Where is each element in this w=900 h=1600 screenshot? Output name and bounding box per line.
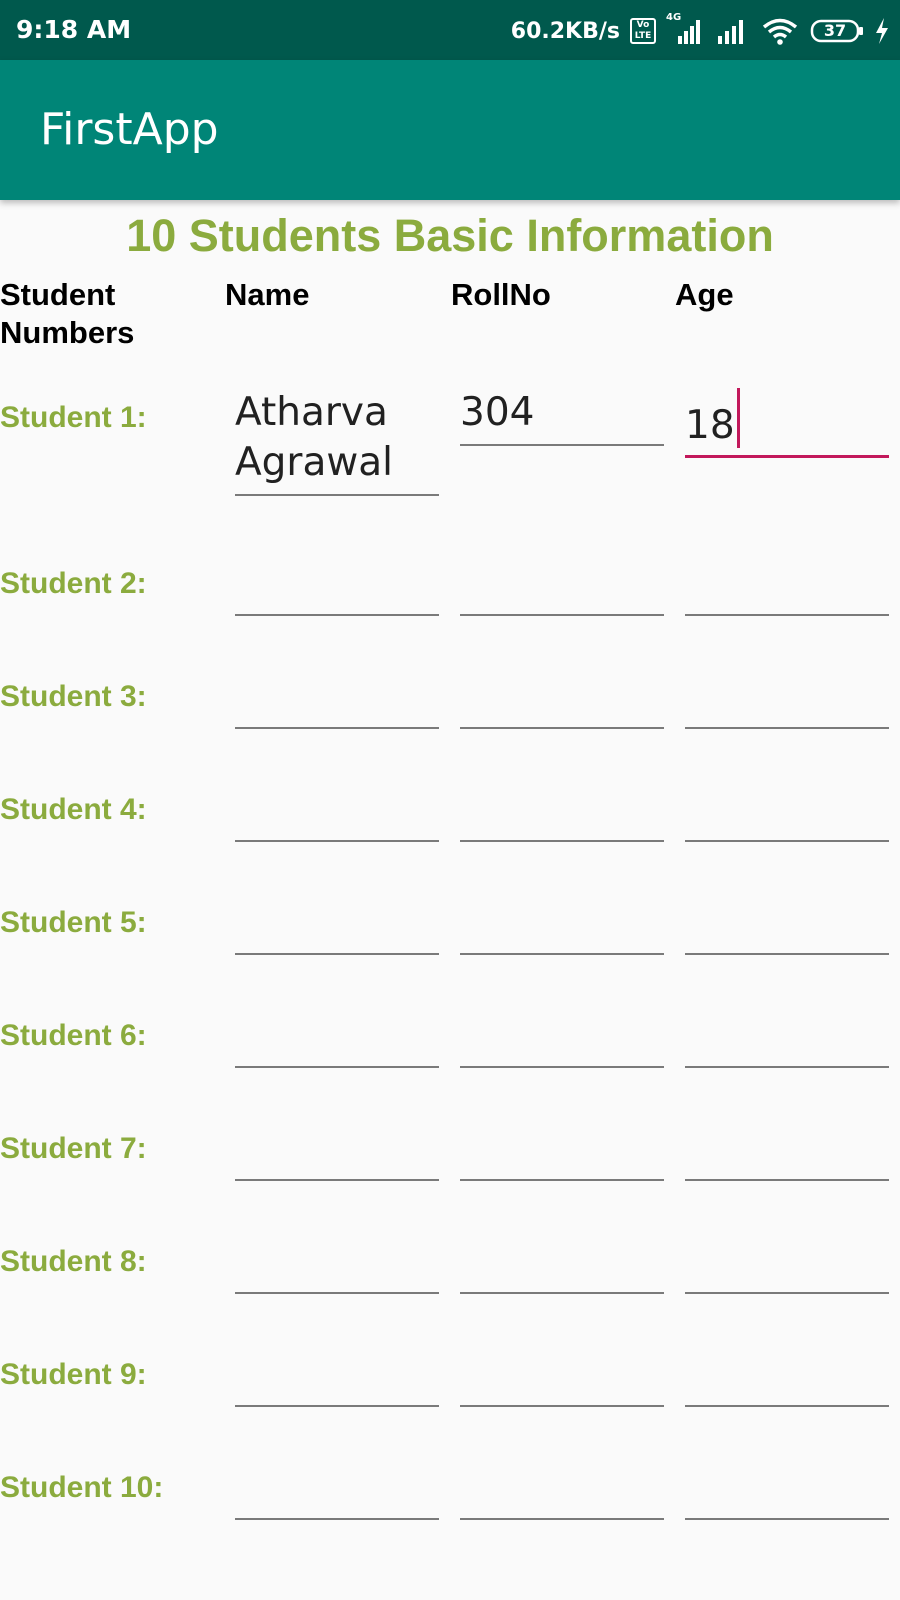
- student-label: Student 6:: [0, 1019, 147, 1052]
- app-title: FirstApp: [40, 104, 219, 155]
- student-label: Student 5:: [0, 906, 147, 939]
- name-input[interactable]: [235, 1468, 439, 1520]
- signal-4g-icon: 4G: [666, 12, 706, 46]
- rollno-input[interactable]: [460, 1355, 664, 1407]
- rollno-input[interactable]: [460, 790, 664, 842]
- rollno-input[interactable]: [460, 1242, 664, 1294]
- student-label: Student 7:: [0, 1132, 147, 1165]
- column-header-student-numbers: Student Numbers: [0, 277, 135, 350]
- rollno-input[interactable]: [460, 564, 664, 616]
- name-input[interactable]: [235, 790, 439, 842]
- age-input-value: 18: [685, 403, 735, 448]
- age-input[interactable]: [685, 903, 889, 955]
- student-label: Student 10:: [0, 1471, 164, 1504]
- column-header-name: Name: [225, 277, 310, 312]
- student-label: Student 9:: [0, 1358, 147, 1391]
- volte-icon: Vo LTE: [630, 18, 656, 44]
- age-input[interactable]: [685, 1016, 889, 1068]
- age-input[interactable]: 18: [685, 388, 889, 458]
- status-icons: 60.2KB/s Vo LTE 4G 37: [510, 12, 890, 48]
- signal-icon: [716, 16, 750, 46]
- student-label: Student 4:: [0, 793, 147, 826]
- name-input[interactable]: [235, 1242, 439, 1294]
- network-speed: 60.2KB/s: [510, 18, 620, 44]
- age-input[interactable]: [685, 1242, 889, 1294]
- age-input[interactable]: [685, 677, 889, 729]
- rollno-input[interactable]: [460, 677, 664, 729]
- age-input[interactable]: [685, 1129, 889, 1181]
- name-input[interactable]: [235, 677, 439, 729]
- name-input[interactable]: [235, 1016, 439, 1068]
- battery-level: 37: [823, 21, 847, 40]
- name-input[interactable]: [235, 1355, 439, 1407]
- volte-top-label: Vo: [636, 20, 650, 30]
- column-header-age: Age: [675, 277, 734, 312]
- name-input[interactable]: [235, 903, 439, 955]
- name-input[interactable]: [235, 564, 439, 616]
- age-input[interactable]: [685, 790, 889, 842]
- age-input[interactable]: [685, 1468, 889, 1520]
- text-cursor: [736, 388, 740, 448]
- rollno-input[interactable]: [460, 1468, 664, 1520]
- network-type-label: 4G: [666, 12, 682, 23]
- name-input[interactable]: [235, 1129, 439, 1181]
- rollno-input[interactable]: 304: [460, 388, 664, 446]
- page-title: 10 Students Basic Information: [126, 210, 774, 261]
- wifi-icon: [760, 16, 800, 46]
- charging-icon: [874, 17, 890, 45]
- column-header-rollno: RollNo: [451, 277, 551, 312]
- battery-icon: 37: [810, 18, 864, 44]
- student-label: Student 3:: [0, 680, 147, 713]
- rollno-input[interactable]: [460, 1016, 664, 1068]
- age-input[interactable]: [685, 1355, 889, 1407]
- age-input[interactable]: [685, 564, 889, 616]
- status-time: 9:18 AM: [16, 15, 132, 44]
- app-bar: FirstApp: [0, 60, 900, 200]
- volte-bottom-label: LTE: [634, 31, 652, 41]
- rollno-input[interactable]: [460, 903, 664, 955]
- name-input[interactable]: Atharva Agrawal: [235, 388, 439, 496]
- student-label: Student 8:: [0, 1245, 147, 1278]
- status-bar: 9:18 AM 60.2KB/s Vo LTE 4G 37: [0, 0, 900, 60]
- student-label: Student 1:: [0, 401, 147, 434]
- rollno-input[interactable]: [460, 1129, 664, 1181]
- student-label: Student 2:: [0, 567, 147, 600]
